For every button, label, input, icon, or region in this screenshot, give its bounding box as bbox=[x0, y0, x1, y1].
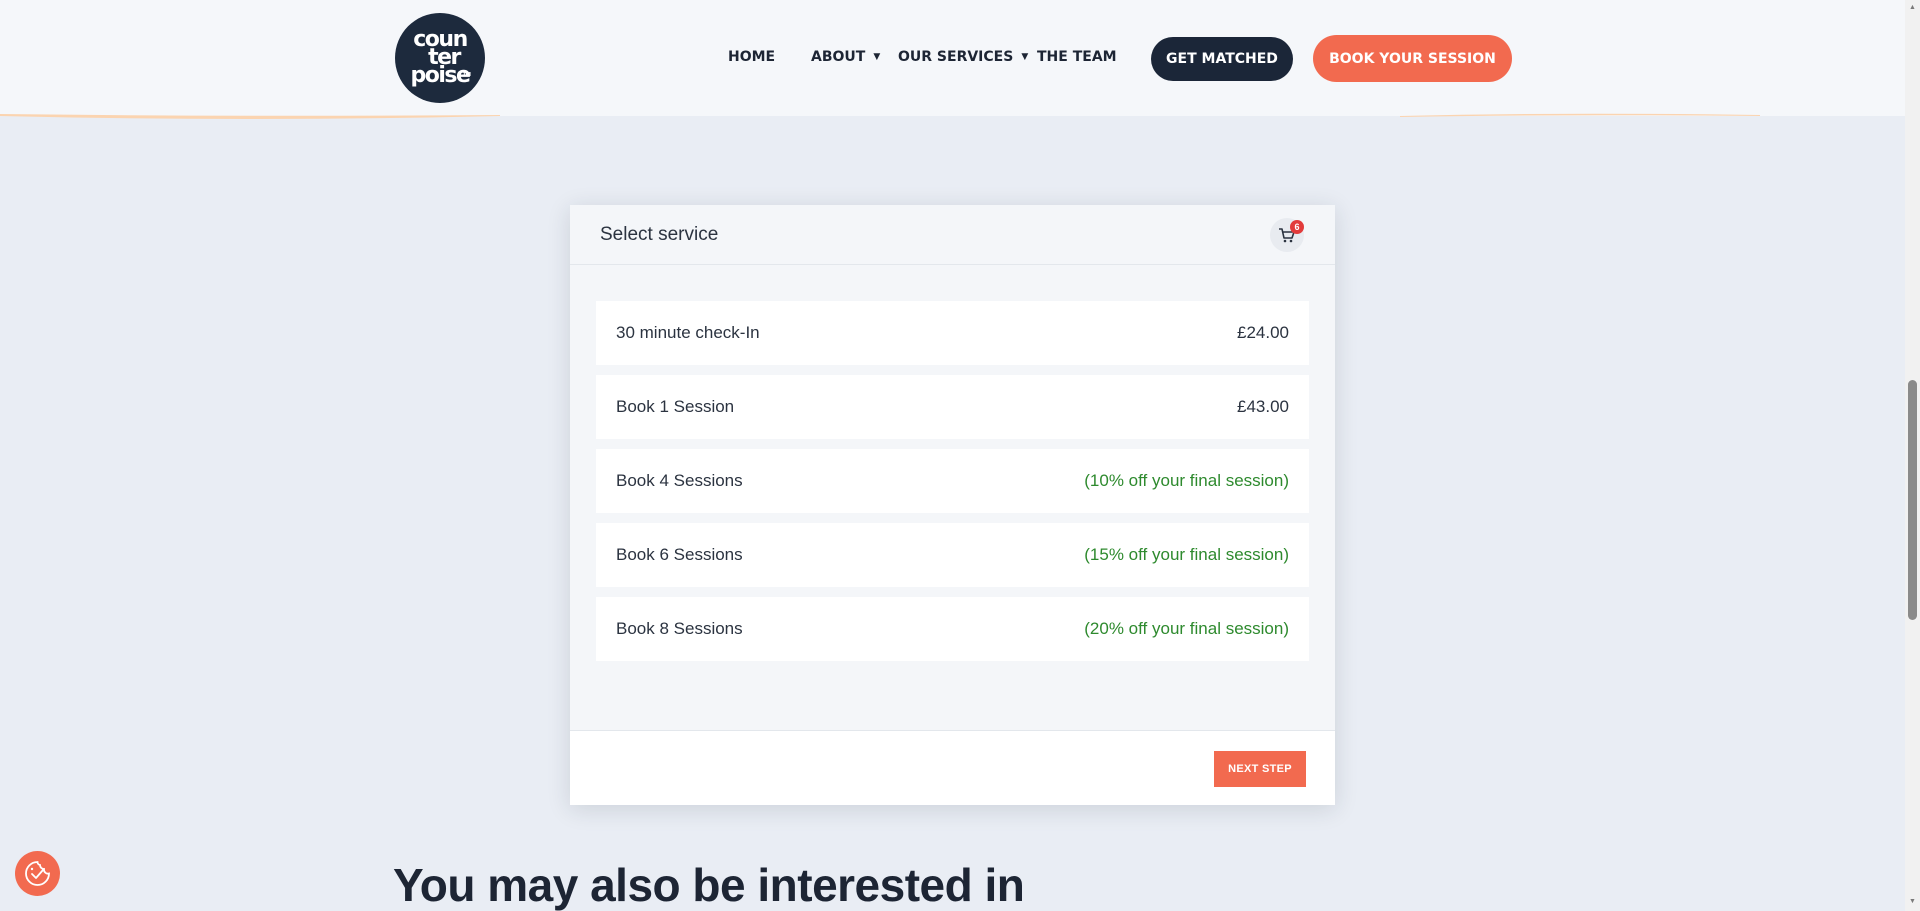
get-matched-button[interactable]: GET MATCHED bbox=[1151, 37, 1293, 81]
booking-footer: NEXT STEP bbox=[570, 730, 1335, 805]
cookie-consent-button[interactable] bbox=[15, 851, 60, 896]
service-price: £24.00 bbox=[1237, 323, 1289, 342]
scroll-up-icon[interactable]: ▲ bbox=[1909, 4, 1916, 11]
service-name: Book 1 Session bbox=[616, 397, 735, 416]
nav-our-services[interactable]: OUR SERVICES ▼ bbox=[898, 49, 1028, 65]
service-option[interactable]: 30 minute check-In £24.00 bbox=[596, 301, 1309, 365]
section-heading: You may also be interested in bbox=[393, 859, 1025, 911]
site-header: coun ter poise TM HOME ABOUT ▼ OUR SERVIC… bbox=[0, 0, 1920, 116]
nav-the-team[interactable]: THE TEAM bbox=[1037, 49, 1117, 65]
book-your-session-button[interactable]: BOOK YOUR SESSION bbox=[1313, 35, 1512, 82]
service-price: £43.00 bbox=[1237, 397, 1289, 416]
nav-about[interactable]: ABOUT ▼ bbox=[811, 49, 880, 65]
page-scrollbar[interactable]: ▲ ▼ bbox=[1905, 0, 1920, 911]
header-wave-decoration bbox=[0, 113, 1760, 119]
logo-line-3: poise bbox=[410, 63, 471, 89]
service-discount: (15% off your final session) bbox=[1084, 545, 1289, 564]
nav-about-label: ABOUT bbox=[811, 49, 866, 65]
booking-title: Select service bbox=[600, 224, 719, 245]
cart-count-badge: 6 bbox=[1290, 220, 1304, 234]
next-step-button[interactable]: NEXT STEP bbox=[1214, 751, 1306, 787]
service-option[interactable]: Book 1 Session £43.00 bbox=[596, 375, 1309, 439]
chevron-down-icon: ▼ bbox=[873, 52, 881, 62]
nav-home[interactable]: HOME bbox=[728, 49, 775, 65]
logo-trademark: TM bbox=[462, 71, 471, 78]
service-name: Book 6 Sessions bbox=[616, 545, 743, 564]
service-option[interactable]: Book 6 Sessions (15% off your final sess… bbox=[596, 523, 1309, 587]
service-discount: (10% off your final session) bbox=[1084, 471, 1289, 490]
chevron-down-icon: ▼ bbox=[1021, 52, 1029, 62]
nav-our-services-label: OUR SERVICES bbox=[898, 49, 1014, 65]
service-option[interactable]: Book 4 Sessions (10% off your final sess… bbox=[596, 449, 1309, 513]
booking-header: Select service 6 bbox=[570, 205, 1335, 265]
scrollbar-thumb[interactable] bbox=[1908, 380, 1917, 620]
cookie-consent-icon bbox=[25, 861, 50, 886]
service-discount: (20% off your final session) bbox=[1084, 619, 1289, 638]
service-option[interactable]: Book 8 Sessions (20% off your final sess… bbox=[596, 597, 1309, 661]
cart-button[interactable]: 6 bbox=[1270, 218, 1304, 252]
scroll-down-icon[interactable]: ▼ bbox=[1909, 898, 1916, 905]
nav-the-team-label: THE TEAM bbox=[1037, 49, 1117, 65]
counterpoise-logo[interactable]: coun ter poise TM bbox=[395, 13, 485, 103]
service-name: 30 minute check-In bbox=[616, 323, 760, 342]
service-name: Book 4 Sessions bbox=[616, 471, 743, 490]
booking-widget: Select service 6 30 minute check-In £24.… bbox=[570, 205, 1335, 805]
service-name: Book 8 Sessions bbox=[616, 619, 743, 638]
nav-home-label: HOME bbox=[728, 49, 776, 65]
